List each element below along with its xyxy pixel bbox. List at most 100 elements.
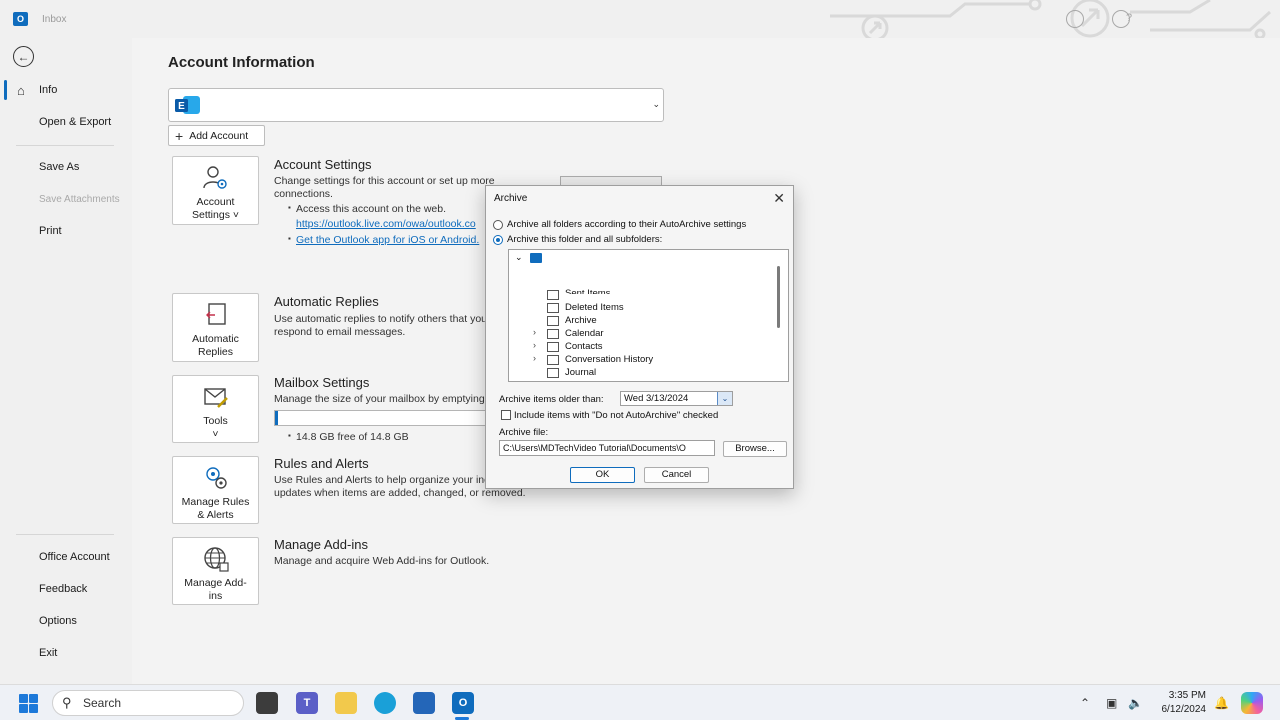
account-icon[interactable]: [1066, 10, 1084, 28]
folder-tree[interactable]: ⌄ Sent Items Deleted Items Archive › Cal…: [508, 249, 789, 382]
section-desc: Change settings for this account or set …: [274, 175, 495, 187]
home-icon: ⌂: [17, 83, 25, 98]
archive-file-input[interactable]: C:\Users\MDTechVideo Tutorial\Documents\…: [499, 440, 715, 456]
tree-item-calendar[interactable]: Calendar: [565, 328, 604, 339]
page-title: Account Information: [168, 54, 315, 71]
section-title-manage-addins: Manage Add-ins: [274, 537, 368, 552]
older-than-date-picker[interactable]: Wed 3/13/2024 ⌄: [620, 391, 733, 406]
clock-date: 6/12/2024: [1161, 704, 1207, 715]
svg-text:E: E: [178, 101, 185, 112]
tile-label: & Alerts: [197, 509, 234, 521]
checkbox-label: Include items with "Do not AutoArchive" …: [514, 410, 719, 421]
close-icon[interactable]: ✕: [773, 190, 785, 207]
nav-active-indicator: [4, 80, 7, 100]
tile-label: Manage Rules: [181, 496, 250, 508]
quota-text: 14.8 GB free of 14.8 GB: [296, 431, 409, 443]
manage-rules-tile[interactable]: Manage Rules & Alerts: [172, 456, 259, 524]
nav-item-save-as[interactable]: Save As: [39, 161, 79, 173]
tree-item-sent[interactable]: Sent Items: [565, 288, 610, 294]
task-view-icon[interactable]: [256, 692, 278, 714]
tree-item-journal[interactable]: Journal: [565, 367, 596, 378]
outlook-taskbar-icon[interactable]: O: [452, 692, 474, 714]
taskbar-search[interactable]: ⚲ Search: [52, 690, 244, 716]
section-title-account-settings: Account Settings: [274, 157, 372, 172]
tile-label: Account: [196, 196, 235, 208]
globe-icon: [203, 547, 229, 572]
store-icon[interactable]: [413, 692, 435, 714]
bullet-text: Access this account on the web.: [288, 203, 446, 215]
tile-label: ˅: [212, 428, 219, 440]
edge-icon[interactable]: [374, 692, 396, 714]
nav-item-save-attachments: Save Attachments: [39, 194, 120, 205]
account-settings-tile[interactable]: Account Settings ˅: [172, 156, 259, 225]
nav-item-info[interactable]: Info: [39, 84, 57, 96]
exchange-icon: E: [175, 96, 200, 114]
account-selector[interactable]: E ⌄: [168, 88, 664, 122]
chevron-right-icon[interactable]: ›: [533, 327, 536, 337]
folder-icon: [547, 316, 559, 326]
clock-time: 3:35 PM: [1168, 690, 1206, 701]
teams-icon[interactable]: T: [296, 692, 318, 714]
calendar-icon: [547, 329, 559, 339]
radio-archive-folder[interactable]: [493, 235, 503, 245]
nav-item-exit[interactable]: Exit: [39, 647, 57, 659]
tree-item-contacts[interactable]: Contacts: [565, 341, 603, 352]
back-arrow-icon[interactable]: ←: [13, 46, 34, 67]
nav-item-print[interactable]: Print: [39, 225, 62, 237]
help-icon[interactable]: ?: [1126, 12, 1132, 24]
tools-tile[interactable]: Tools ˅: [172, 375, 259, 443]
plus-icon: +: [175, 127, 184, 144]
radio-label: Archive this folder and all subfolders:: [507, 234, 663, 245]
quota-fill: [275, 411, 278, 425]
nav-item-feedback[interactable]: Feedback: [39, 583, 87, 595]
chevron-up-icon[interactable]: ⌃: [1080, 696, 1090, 710]
network-icon[interactable]: ▣: [1106, 696, 1117, 710]
chevron-right-icon[interactable]: ›: [533, 340, 536, 350]
tree-item-conversation-history[interactable]: Conversation History: [565, 354, 653, 365]
add-account-label: Add Account: [189, 129, 249, 142]
chevron-right-icon[interactable]: ›: [533, 353, 536, 363]
automatic-replies-tile[interactable]: Automatic Replies: [172, 293, 259, 362]
chevron-down-icon[interactable]: ⌄: [515, 252, 523, 263]
contacts-icon: [547, 342, 559, 352]
windows-start-icon[interactable]: [19, 694, 38, 713]
account-settings-icon: [202, 166, 227, 189]
browse-button[interactable]: Browse...: [723, 441, 787, 457]
cancel-button[interactable]: Cancel: [644, 467, 709, 483]
tile-label: ins: [208, 590, 223, 602]
manage-addins-tile[interactable]: Manage Add- ins: [172, 537, 259, 605]
speaker-muted-icon[interactable]: 🔈: [1128, 696, 1143, 710]
nav-item-open-export[interactable]: Open & Export: [39, 116, 111, 128]
tile-label: Settings ˅: [192, 209, 239, 221]
tree-item-archive[interactable]: Archive: [565, 315, 597, 326]
tree-item-deleted[interactable]: Deleted Items: [565, 302, 624, 313]
decorative-circuit-pattern: [830, 0, 1272, 40]
file-explorer-icon[interactable]: [335, 692, 357, 714]
section-desc: Use automatic replies to notify others t…: [274, 313, 488, 325]
include-do-not-autoarchive-checkbox[interactable]: [501, 410, 511, 420]
tree-scrollbar[interactable]: [777, 266, 780, 328]
notification-bell-icon[interactable]: 🔔: [1214, 696, 1229, 710]
account-name-redacted: [203, 89, 627, 121]
backstage-nav: ← ⌂ Info Open & Export Save As Save Atta…: [0, 38, 132, 684]
tile-label: Tools: [203, 415, 228, 427]
window-title: Inbox: [42, 14, 67, 25]
section-desc: Manage and acquire Web Add-ins for Outlo…: [274, 555, 490, 567]
copilot-icon[interactable]: [1241, 692, 1263, 714]
nav-item-options[interactable]: Options: [39, 615, 77, 627]
tile-label: Manage Add-: [184, 577, 247, 589]
radio-archive-all[interactable]: [493, 220, 503, 230]
owa-link[interactable]: https://outlook.live.com/owa/outlook.co: [296, 218, 476, 230]
tools-icon: [203, 388, 228, 408]
ok-button[interactable]: OK: [570, 467, 635, 483]
archive-dialog: Archive ✕ Archive all folders according …: [485, 185, 794, 489]
chevron-down-icon[interactable]: ⌄: [717, 392, 732, 405]
nav-item-office-account[interactable]: Office Account: [39, 551, 110, 563]
nav-divider: [16, 534, 114, 535]
system-clock[interactable]: 3:35 PM 6/12/2024: [1156, 689, 1207, 717]
outlook-app-icon: O: [13, 12, 28, 26]
outlook-app-link[interactable]: Get the Outlook app for iOS or Android.: [296, 234, 479, 246]
add-account-button[interactable]: + Add Account: [168, 125, 265, 146]
journal-icon: [547, 368, 559, 378]
section-desc: Use Rules and Alerts to help organize yo…: [274, 474, 490, 486]
